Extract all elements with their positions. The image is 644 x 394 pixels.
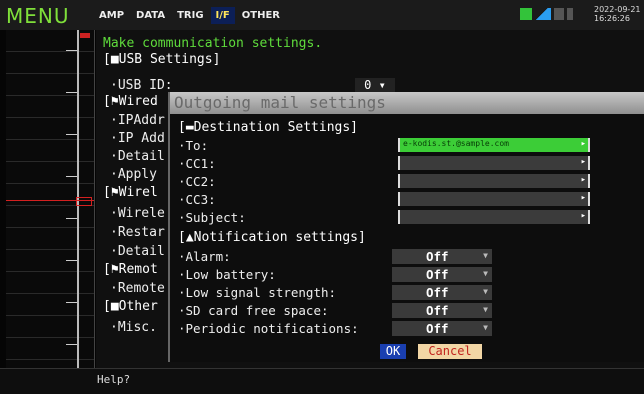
- chevron-right-icon: ▸: [580, 211, 586, 221]
- sd-card-icon: [554, 8, 564, 20]
- usb-settings-header: [■USB Settings]: [103, 52, 221, 67]
- chevron-down-icon: ▼: [483, 269, 488, 278]
- restart-item[interactable]: ·Restar: [110, 225, 165, 240]
- dialog-title: Outgoing mail settings: [174, 93, 386, 112]
- low-battery-select[interactable]: Off ▼: [392, 267, 492, 282]
- other-settings-header: [■Other: [103, 299, 158, 314]
- usb-id-value: 0: [364, 78, 372, 92]
- periodic-label: ·Periodic notifications:: [178, 321, 359, 336]
- tab-trig[interactable]: TRIG: [172, 7, 208, 24]
- sd-card-label: ·SD card free space:: [178, 303, 329, 318]
- axis-tick: [66, 260, 77, 261]
- periodic-value: Off: [426, 321, 449, 336]
- remote-item[interactable]: ·Remote: [110, 281, 165, 296]
- alarm-select[interactable]: Off ▼: [392, 249, 492, 264]
- low-signal-select[interactable]: Off ▼: [392, 285, 492, 300]
- chevron-down-icon: ▼: [483, 251, 488, 260]
- low-battery-value: Off: [426, 267, 449, 282]
- destination-settings-header: [▬Destination Settings]: [178, 120, 359, 135]
- chevron-down-icon: ▼: [483, 323, 488, 332]
- to-label: ·To:: [178, 138, 209, 153]
- remote-settings-header: [⚑Remot: [103, 262, 158, 277]
- alarm-value: Off: [426, 249, 449, 264]
- channel-marker: [76, 197, 92, 206]
- tab-amp[interactable]: AMP: [94, 7, 129, 24]
- chevron-right-icon: ▸: [580, 157, 586, 167]
- to-field[interactable]: e-kodis.st.@sample.com ▸: [398, 138, 590, 152]
- bottom-bar: Help?: [0, 368, 644, 394]
- subject-field[interactable]: ▸: [398, 210, 590, 224]
- low-signal-label: ·Low signal strength:: [178, 285, 337, 300]
- tab-bar: AMP DATA TRIG I/F OTHER: [94, 7, 285, 24]
- help-label[interactable]: Help?: [97, 373, 130, 386]
- cancel-button[interactable]: Cancel: [418, 344, 482, 359]
- clock-readout: 2022-09-21 16:26:26: [594, 5, 641, 23]
- wired-settings-header: [⚑Wired: [103, 94, 158, 109]
- sd-card-value: Off: [426, 303, 449, 318]
- chevron-down-icon: ▼: [483, 287, 488, 296]
- axis-tick: [66, 134, 77, 135]
- axis-tick: [66, 176, 77, 177]
- cc2-label: ·CC2:: [178, 174, 216, 189]
- low-battery-label: ·Low battery:: [178, 267, 276, 282]
- axis-tick: [66, 218, 77, 219]
- dialog-title-bar: Outgoing mail settings: [170, 92, 644, 114]
- tab-if[interactable]: I/F: [210, 7, 235, 24]
- cc1-field[interactable]: ▸: [398, 156, 590, 170]
- outgoing-mail-dialog: Outgoing mail settings [▬Destination Set…: [168, 92, 644, 362]
- clock-date: 2022-09-21: [594, 5, 641, 14]
- chevron-right-icon: ▸: [580, 175, 586, 185]
- axis-tick: [66, 302, 77, 303]
- device-screen: MENU AMP DATA TRIG I/F OTHER 2022-09-21 …: [0, 0, 644, 394]
- wireless-detail-item[interactable]: ·Detail: [110, 244, 165, 259]
- channel-marker-top: [80, 33, 90, 38]
- to-value: e-kodis.st.@sample.com: [403, 139, 509, 148]
- usb-id-select[interactable]: 0 ▾: [355, 78, 395, 92]
- cc1-label: ·CC1:: [178, 156, 216, 171]
- tab-data[interactable]: DATA: [131, 7, 170, 24]
- ok-button[interactable]: OK: [380, 344, 406, 359]
- status-icons: [520, 8, 573, 20]
- tab-other[interactable]: OTHER: [237, 7, 285, 24]
- sd-card-select[interactable]: Off ▼: [392, 303, 492, 318]
- connection-status-icon: [520, 8, 532, 20]
- ip-address-item-2[interactable]: ·IP Add: [110, 131, 165, 146]
- clock-time: 16:26:26: [594, 14, 630, 23]
- chevron-down-icon: ▾: [378, 78, 386, 92]
- ip-address-item[interactable]: ·IPAddr: [110, 113, 165, 128]
- subject-label: ·Subject:: [178, 210, 246, 225]
- periodic-select[interactable]: Off ▼: [392, 321, 492, 336]
- chevron-down-icon: ▼: [483, 305, 488, 314]
- chevron-right-icon: ▸: [580, 193, 586, 203]
- cc3-field[interactable]: ▸: [398, 192, 590, 206]
- usb-id-label: ·USB ID:: [110, 78, 173, 93]
- low-signal-value: Off: [426, 285, 449, 300]
- wifi-signal-icon: [535, 8, 551, 20]
- axis-tick: [66, 50, 77, 51]
- misc-item[interactable]: ·Misc.: [110, 320, 157, 335]
- menu-button[interactable]: MENU: [6, 4, 70, 28]
- cc3-label: ·CC3:: [178, 192, 216, 207]
- wired-detail-item[interactable]: ·Detail: [110, 149, 165, 164]
- axis-tick: [66, 344, 77, 345]
- chevron-right-icon: ▸: [580, 139, 586, 149]
- wireless-settings-header: [⚑Wirel: [103, 185, 158, 200]
- wireless-item[interactable]: ·Wirele: [110, 206, 165, 221]
- wired-apply-item[interactable]: ·Apply: [110, 167, 157, 182]
- notification-settings-header: [▲Notification settings]: [178, 230, 366, 245]
- settings-help-text: Make communication settings.: [103, 36, 323, 51]
- cc2-field[interactable]: ▸: [398, 174, 590, 188]
- top-bar: MENU AMP DATA TRIG I/F OTHER 2022-09-21 …: [0, 0, 644, 30]
- alarm-label: ·Alarm:: [178, 249, 231, 264]
- axis-tick: [66, 92, 77, 93]
- battery-icon: [567, 8, 573, 20]
